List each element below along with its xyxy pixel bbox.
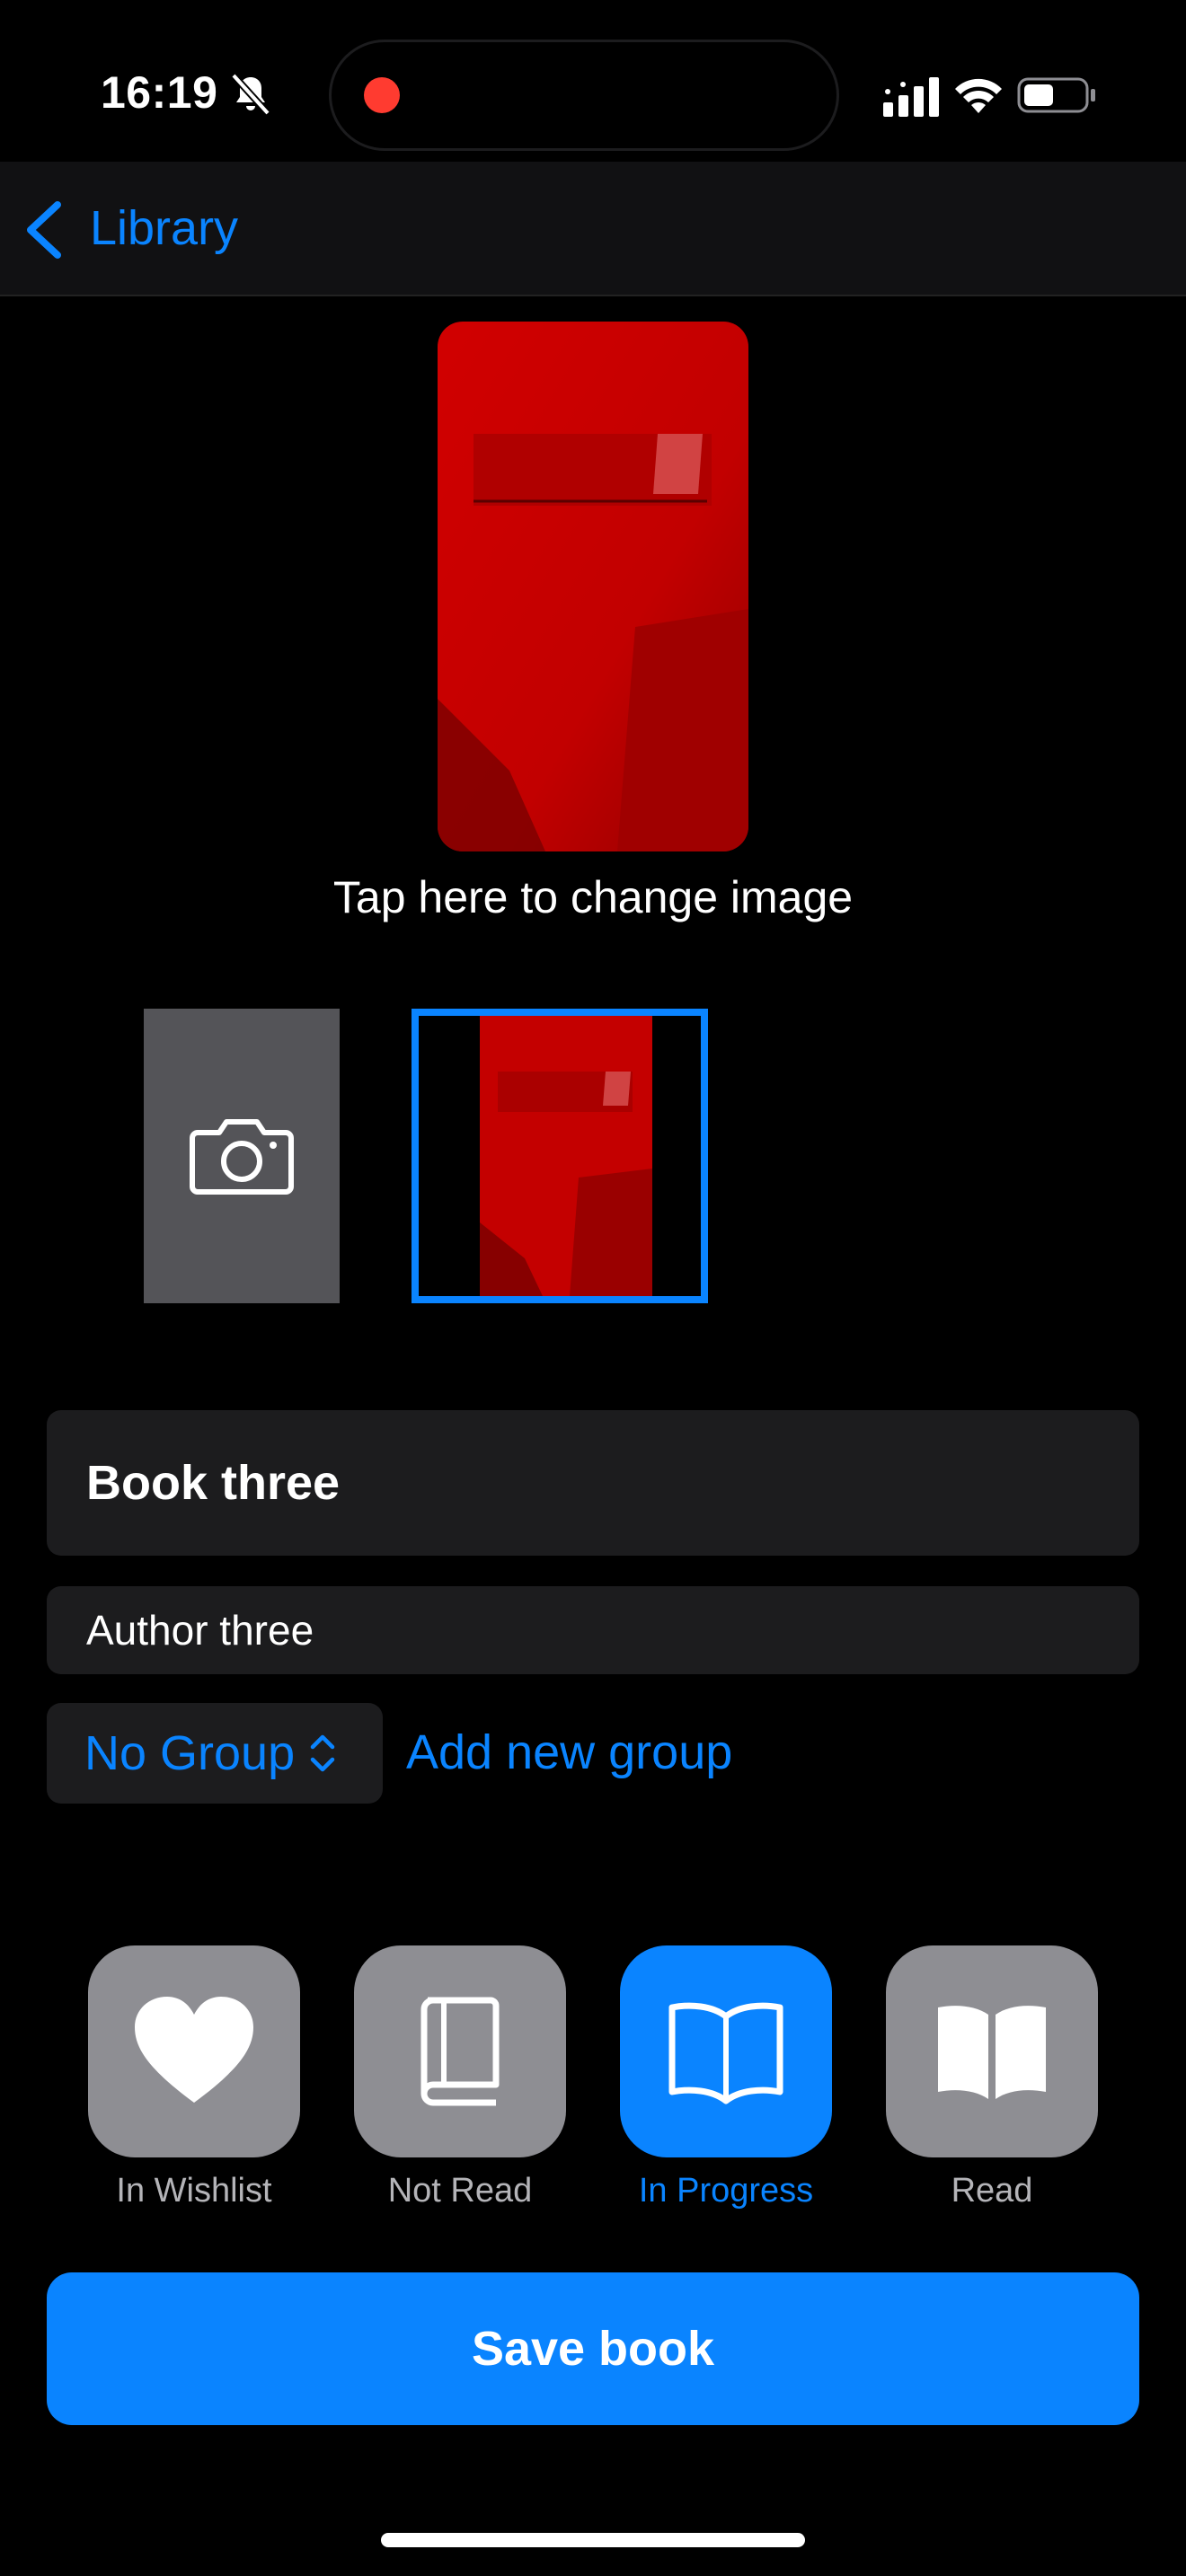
status-label-read: Read	[951, 2172, 1033, 2210]
back-button[interactable]: Library	[90, 200, 238, 256]
dynamic-island	[329, 40, 839, 151]
status-option-in-progress[interactable]	[620, 1945, 832, 2157]
save-book-button[interactable]: Save book	[47, 2272, 1139, 2425]
cover-thumbnail-selected[interactable]	[412, 1009, 708, 1303]
chevron-up-down-icon	[310, 1734, 335, 1772]
status-option-read[interactable]	[886, 1945, 1098, 2157]
open-book-filled-icon	[938, 2006, 1046, 2099]
chevron-left-icon[interactable]	[23, 199, 63, 260]
add-new-group-link[interactable]: Add new group	[406, 1725, 732, 1780]
status-option-wishlist[interactable]	[88, 1945, 300, 2157]
author-field[interactable]: Author three	[47, 1586, 1139, 1674]
open-book-icon	[668, 2002, 783, 2104]
group-select-value: No Group	[84, 1726, 296, 1780]
cellular-signal-icon	[883, 77, 939, 117]
battery-icon	[1017, 77, 1095, 113]
bell-slash-icon	[231, 73, 270, 116]
status-label-wishlist: In Wishlist	[116, 2172, 272, 2210]
recording-dot	[364, 77, 400, 113]
status-time: 16:19	[101, 67, 218, 118]
heart-icon	[135, 1997, 253, 2103]
home-indicator[interactable]	[381, 2533, 805, 2547]
closed-book-icon	[420, 1997, 500, 2106]
status-label-in-progress: In Progress	[638, 2172, 814, 2210]
status-option-not-read[interactable]	[354, 1945, 566, 2157]
title-field[interactable]: Book three	[47, 1410, 1139, 1556]
status-label-not-read: Not Read	[387, 2172, 533, 2210]
change-image-label[interactable]: Tap here to change image	[0, 871, 1186, 923]
book-cover-image[interactable]	[438, 322, 748, 851]
camera-button[interactable]	[144, 1009, 340, 1303]
group-select[interactable]: No Group	[47, 1703, 383, 1804]
wifi-icon	[955, 78, 1002, 113]
camera-icon	[190, 1119, 294, 1195]
